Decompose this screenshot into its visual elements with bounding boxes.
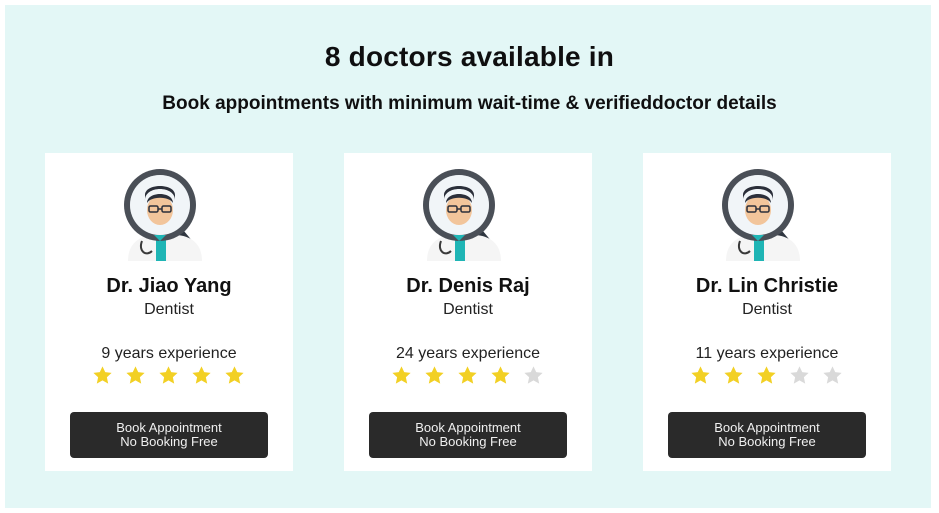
doctor-experience: 24 years experience — [395, 345, 541, 362]
book-button-label: Book Appointment — [415, 420, 521, 435]
star-filled-icon — [425, 366, 444, 384]
star-filled-icon — [392, 366, 411, 384]
star-filled-icon — [159, 366, 178, 384]
book-appointment-button[interactable]: Book Appointment No Booking Free — [668, 412, 866, 458]
page-subtitle: Book appointments with minimum wait-time… — [162, 93, 777, 114]
doctor-specialty: Dentist — [144, 301, 194, 318]
doctor-card: Dr. Lin Christie Dentist 11 years experi… — [643, 153, 891, 471]
doctor-specialty: Dentist — [742, 301, 792, 318]
book-appointment-button[interactable]: Book Appointment No Booking Free — [70, 412, 268, 458]
doctor-name: Dr. Denis Raj — [406, 275, 530, 297]
doctor-card: Dr. Jiao Yang Dentist 9 years experience… — [45, 153, 293, 471]
page-title: 8 doctors available in — [324, 41, 615, 72]
star-filled-icon — [724, 366, 743, 384]
star-filled-icon — [126, 366, 145, 384]
booking-free-label: No Booking Free — [120, 434, 218, 449]
rating-stars — [92, 365, 252, 389]
star-filled-icon — [491, 366, 510, 384]
doctor-magnifier-icon — [423, 169, 501, 261]
rating-stars — [391, 365, 551, 389]
star-filled-icon — [93, 366, 112, 384]
star-empty-icon — [524, 366, 543, 384]
book-appointment-button[interactable]: Book Appointment No Booking Free — [369, 412, 567, 458]
star-filled-icon — [757, 366, 776, 384]
doctor-name: Dr. Jiao Yang — [106, 275, 232, 297]
star-filled-icon — [192, 366, 211, 384]
rating-stars — [690, 365, 850, 389]
doctor-experience: 11 years experience — [695, 345, 839, 362]
booking-free-label: No Booking Free — [419, 434, 517, 449]
star-filled-icon — [458, 366, 477, 384]
doctor-specialty: Dentist — [443, 301, 493, 318]
book-button-label: Book Appointment — [116, 420, 222, 435]
book-button-label: Book Appointment — [714, 420, 820, 435]
doctor-name: Dr. Lin Christie — [695, 275, 839, 297]
doctor-magnifier-icon — [722, 169, 800, 261]
doctor-magnifier-icon — [124, 169, 202, 261]
doctor-card: Dr. Denis Raj Dentist 24 years experienc… — [344, 153, 592, 471]
star-empty-icon — [790, 366, 809, 384]
star-empty-icon — [823, 366, 842, 384]
booking-free-label: No Booking Free — [718, 434, 816, 449]
star-filled-icon — [691, 366, 710, 384]
doctor-experience: 9 years experience — [101, 345, 237, 362]
star-filled-icon — [225, 366, 244, 384]
